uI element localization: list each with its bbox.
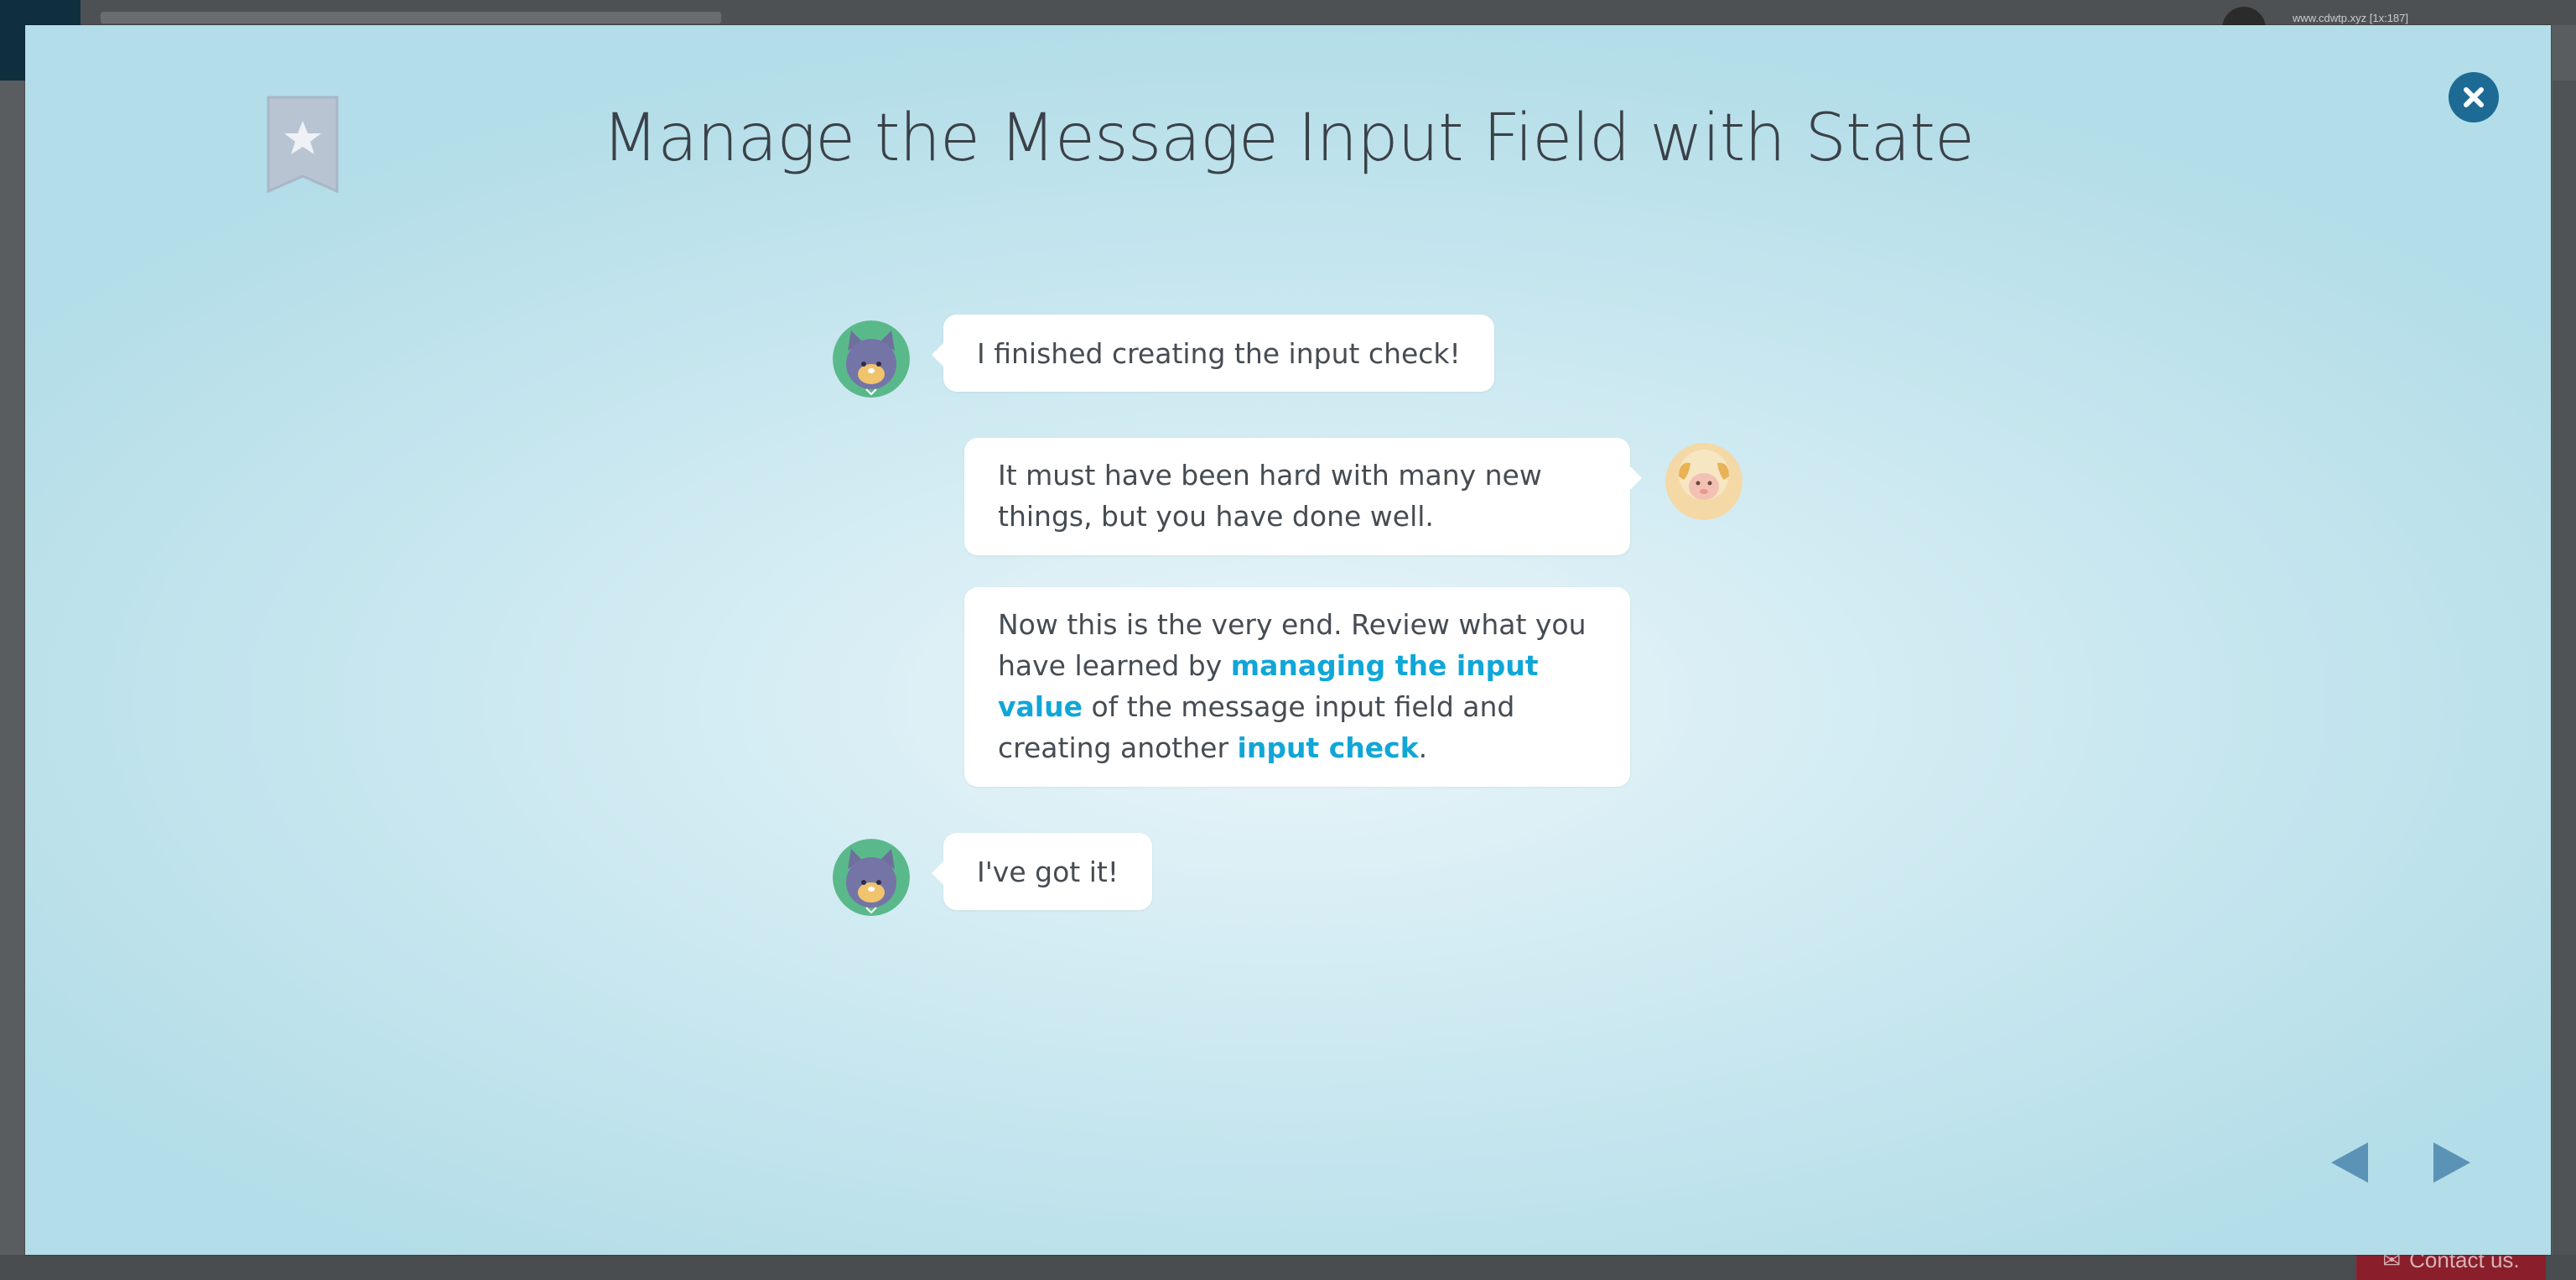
- cat-avatar: [833, 320, 910, 398]
- chat-bubble-3: Now this is the very end. Review what yo…: [964, 587, 1630, 787]
- next-arrow-icon: [2433, 1142, 2470, 1183]
- chat-bubble-2: It must have been hard with many new thi…: [964, 438, 1642, 555]
- chat-bubble-text: It must have been hard with many new thi…: [998, 459, 1542, 533]
- prev-arrow-icon: [2331, 1142, 2368, 1183]
- chat-bubble-text: I've got it!: [977, 856, 1119, 888]
- chat-bubble-text: I finished creating the input check!: [977, 337, 1461, 370]
- close-button[interactable]: [2449, 72, 2499, 122]
- cat-avatar: [833, 839, 910, 916]
- chat-bubble-1: I finished creating the input check!: [932, 315, 1494, 392]
- background-search-bar: [101, 12, 721, 23]
- highlight-term: input check: [1237, 731, 1419, 764]
- lesson-modal: Manage the Message Input Field with Stat…: [25, 25, 2551, 1255]
- next-button[interactable]: [2428, 1137, 2475, 1188]
- prev-button[interactable]: [2326, 1137, 2373, 1188]
- background-bottom-bar: [0, 1255, 2576, 1280]
- chat-bubble-4: I've got it!: [931, 833, 1153, 910]
- page-title: Manage the Message Input Field with Stat…: [602, 101, 1975, 176]
- chat-bubble-text: .: [1418, 731, 1428, 764]
- background-scrollbar: [2553, 81, 2576, 1255]
- close-icon: [2464, 87, 2484, 107]
- user-info-text: www.cdwtp.xyz [1x:187]: [2293, 12, 2408, 24]
- sheep-avatar: [1665, 443, 1742, 520]
